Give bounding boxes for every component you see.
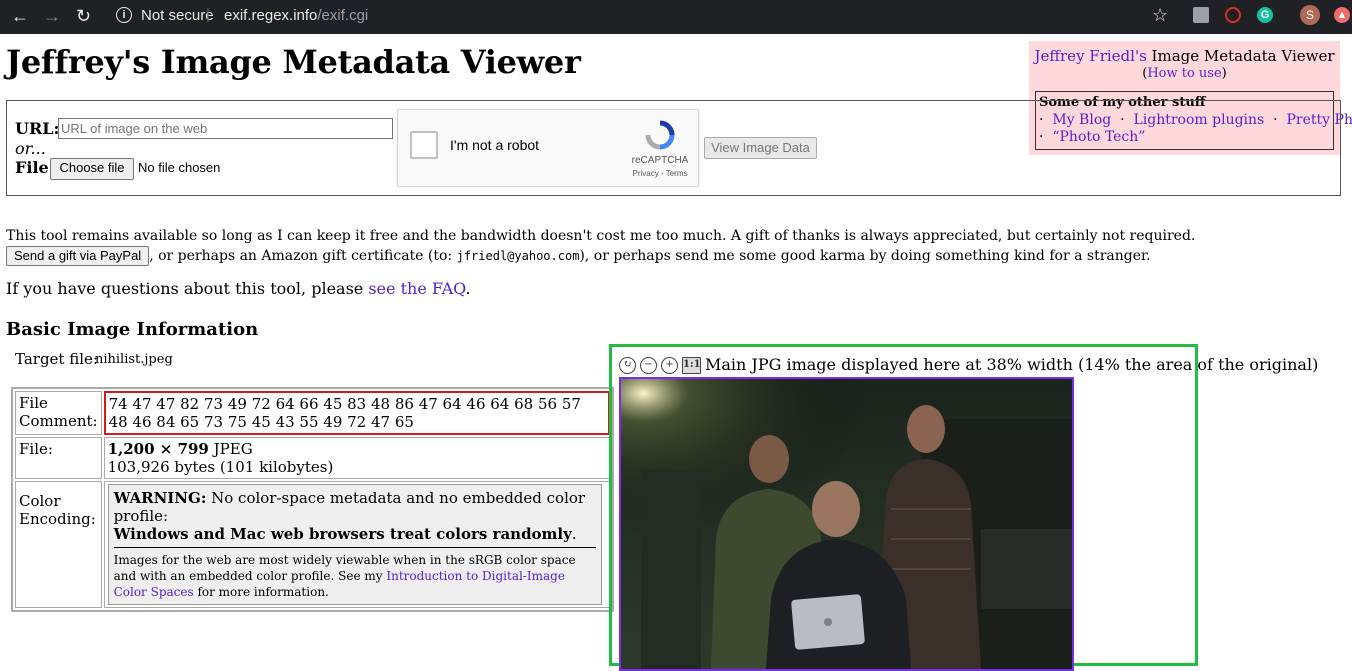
zoom-in-icon[interactable]: + [661, 357, 678, 374]
actual-size-button[interactable]: 1:1 [682, 357, 701, 374]
target-file-label: Target file: [15, 350, 98, 368]
recaptcha-label: I'm not a robot [450, 137, 540, 153]
security-label: Not secure [141, 7, 214, 24]
email-address: jfriedl@yahoo.com [456, 249, 580, 263]
page-content: Jeffrey's Image Metadata Viewer Jeffrey … [0, 34, 1352, 671]
faq-link[interactable]: see the FAQ [368, 279, 465, 298]
how-to-use: (How to use) [1142, 66, 1227, 81]
recaptcha-widget: I'm not a robot reCAPTCHA Privacy - Term… [397, 109, 699, 187]
image-toolbar: ↻ − +1:1 Main JPG image displayed here at 3… [619, 355, 1318, 374]
extension-pink-icon[interactable]: ▲ [1334, 7, 1350, 23]
target-file-value: nihilist.jpeg [95, 352, 173, 367]
recaptcha-terms[interactable]: Privacy - Terms [620, 169, 700, 178]
rotate-icon[interactable]: ↻ [619, 357, 636, 374]
grammarly-icon[interactable]: G [1257, 7, 1273, 23]
file-comment-value: 74 47 47 82 73 49 72 64 66 45 83 48 86 4… [103, 391, 610, 435]
color-encoding-label: Color Encoding: [15, 481, 102, 608]
bookmark-star-icon[interactable]: ☆ [1152, 5, 1168, 26]
color-warning-box: WARNING: No color-space metadata and no … [107, 484, 602, 605]
recaptcha-logo-icon [645, 120, 675, 150]
how-to-use-link[interactable]: How to use [1147, 66, 1221, 81]
table-row: File Comment: 74 47 47 82 73 49 72 64 66… [15, 391, 610, 435]
info-icon[interactable]: i [116, 7, 132, 23]
or-label: or... [15, 139, 46, 158]
recaptcha-brand: reCAPTCHA [631, 155, 689, 166]
main-image[interactable] [619, 377, 1074, 671]
zoom-out-icon[interactable]: − [640, 357, 657, 374]
page-title: Jeffrey's Image Metadata Viewer [6, 43, 581, 81]
url-label: URL: [15, 119, 60, 138]
color-encoding-cell: WARNING: No color-space metadata and no … [103, 481, 610, 608]
file-comment-label: File Comment: [15, 391, 102, 435]
extension-icon[interactable] [1193, 7, 1209, 23]
address-bar[interactable]: i Not secure | exif.regex.info/exif.cgi [110, 4, 1180, 30]
profile-avatar[interactable]: S [1300, 5, 1320, 25]
forward-arrow-icon[interactable]: → [43, 6, 61, 26]
faq-notice: If you have questions about this tool, p… [6, 279, 471, 298]
donation-notice: This tool remains available so long as I… [6, 228, 1196, 266]
table-row: Color Encoding: WARNING: No color-space … [15, 481, 610, 608]
author-link[interactable]: Jeffrey Friedl's [1034, 47, 1146, 65]
file-label: File: [15, 158, 55, 177]
upload-form: URL: or... File: Choose file No file cho… [6, 100, 1341, 196]
extension-red-circle-icon[interactable] [1225, 7, 1241, 23]
sidebox-title: Jeffrey Friedl's Image Metadata Viewer [1034, 47, 1335, 65]
photo-illustration [621, 379, 1072, 669]
back-arrow-icon[interactable]: ← [11, 6, 29, 26]
paypal-gift-button[interactable]: Send a gift via PayPal [6, 246, 150, 266]
reload-icon[interactable]: ↻ [76, 6, 91, 26]
url-input[interactable] [58, 118, 393, 139]
image-preview-panel: ↻ − +1:1 Main JPG image displayed here at 3… [609, 344, 1318, 671]
no-file-text: No file chosen [138, 160, 221, 175]
file-info-cell: 1,200 × 799 JPEG 103,926 bytes (101 kilob… [103, 437, 610, 479]
url-text[interactable]: exif.regex.info/exif.cgi [224, 7, 368, 24]
choose-file-button[interactable]: Choose file [50, 158, 134, 180]
omnibox-divider: | [206, 6, 210, 23]
recaptcha-checkbox[interactable] [410, 131, 438, 159]
basic-info-heading: Basic Image Information [6, 319, 259, 340]
basic-info-table: File Comment: 74 47 47 82 73 49 72 64 66… [11, 387, 614, 612]
table-row: File: 1,200 × 799 JPEG 103,926 bytes (101… [15, 437, 610, 479]
file-label-cell: File: [15, 437, 102, 479]
image-caption: Main JPG image displayed here at 38% wid… [705, 355, 1319, 374]
browser-toolbar: ← → ↻ i Not secure | exif.regex.info/exi… [0, 0, 1352, 34]
view-image-data-button[interactable]: View Image Data [704, 137, 817, 159]
